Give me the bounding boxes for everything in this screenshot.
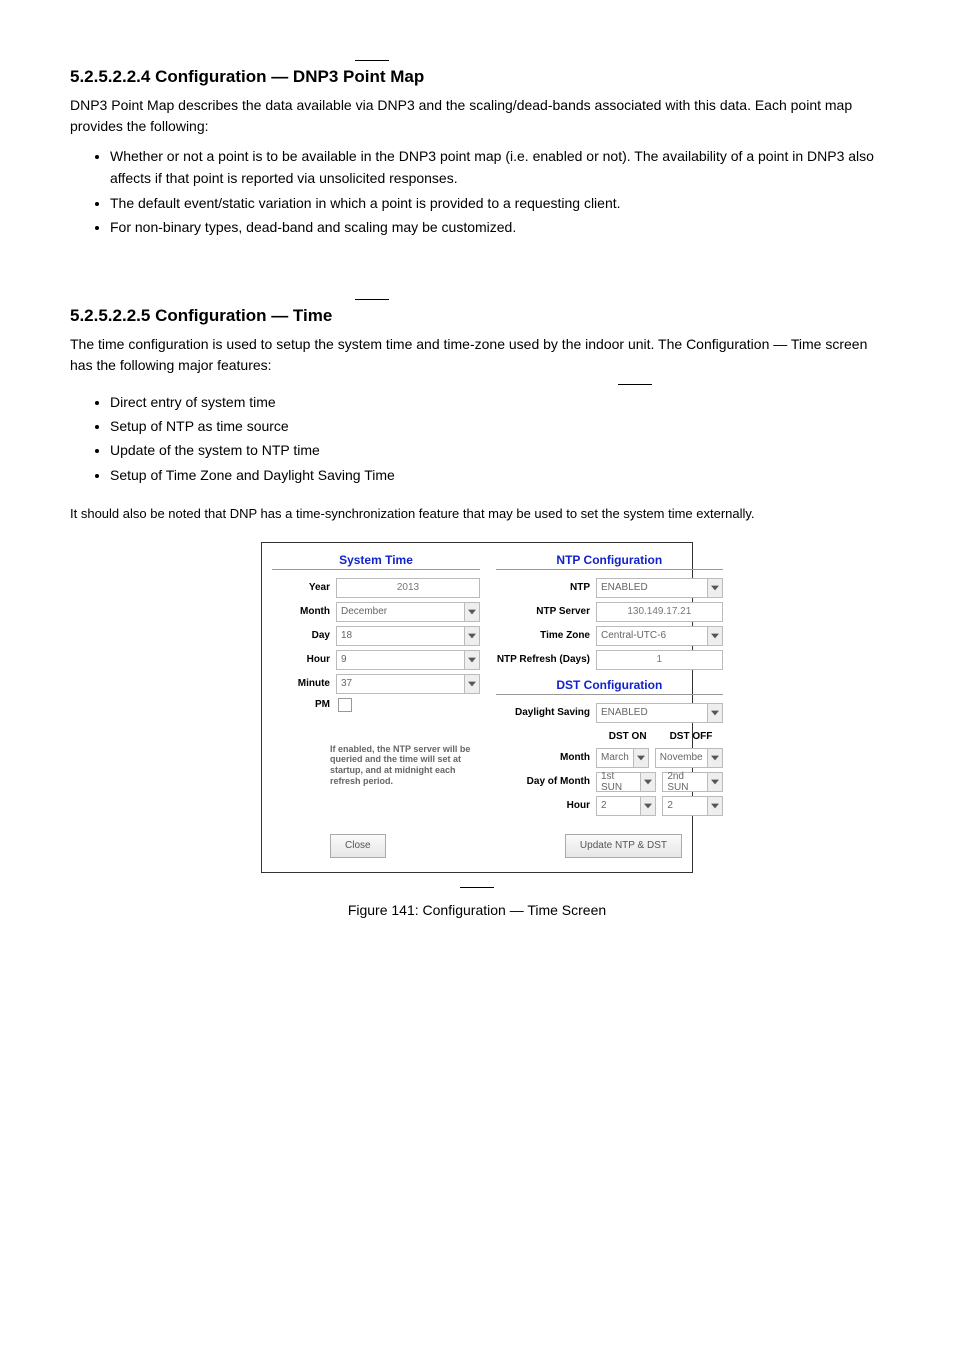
chevron-down-icon xyxy=(707,627,722,645)
year-label: Year xyxy=(272,582,336,593)
close-button[interactable]: Close xyxy=(330,834,386,858)
dst-config-heading: DST Configuration xyxy=(496,678,723,695)
chevron-down-icon xyxy=(707,749,722,767)
dst-hour-label: Hour xyxy=(496,800,596,811)
ntp-config-heading: NTP Configuration xyxy=(496,553,723,570)
dst-off-month-select[interactable]: Novembe xyxy=(655,748,723,768)
ntp-server-label: NTP Server xyxy=(496,606,596,617)
list-item: For non-binary types, dead-band and scal… xyxy=(110,216,884,238)
dst-dom-label: Day of Month xyxy=(496,776,596,787)
ntp-select[interactable]: ENABLED xyxy=(596,578,723,598)
dst-month-label: Month xyxy=(496,752,596,763)
section-a-title: 5.2.5.2.2.4 Configuration — DNP3 Point M… xyxy=(70,67,884,87)
month-label: Month xyxy=(272,606,336,617)
year-input[interactable]: 2013 xyxy=(336,578,480,598)
section-b-para2: It should also be noted that DNP has a t… xyxy=(70,504,884,524)
system-time-heading: System Time xyxy=(272,553,480,570)
chevron-down-icon xyxy=(707,579,722,597)
list-item: Setup of Time Zone and Daylight Saving T… xyxy=(110,464,884,486)
timezone-select[interactable]: Central-UTC-6 xyxy=(596,626,723,646)
dst-on-dom-select[interactable]: 1st SUN xyxy=(596,772,656,792)
dst-on-month-select[interactable]: March xyxy=(596,748,649,768)
timezone-label: Time Zone xyxy=(496,630,596,641)
chevron-down-icon xyxy=(707,797,722,815)
chevron-down-icon xyxy=(640,797,655,815)
dst-off-head: DST OFF xyxy=(659,731,722,742)
chevron-down-icon xyxy=(707,704,722,722)
day-label: Day xyxy=(272,630,336,641)
minute-select[interactable]: 37 xyxy=(336,674,480,694)
ntp-note: If enabled, the NTP server will be queri… xyxy=(330,744,480,787)
chevron-down-icon xyxy=(464,675,479,693)
chevron-down-icon xyxy=(633,749,648,767)
section-a-para: DNP3 Point Map describes the data availa… xyxy=(70,95,884,137)
dst-off-dom-select[interactable]: 2nd SUN xyxy=(662,772,722,792)
hour-label: Hour xyxy=(272,654,336,665)
section-b-title: 5.2.5.2.2.5 Configuration — Time xyxy=(70,306,884,326)
dst-off-hour-select[interactable]: 2 xyxy=(662,796,722,816)
minute-label: Minute xyxy=(272,678,336,689)
chevron-down-icon xyxy=(707,773,722,791)
chevron-down-icon xyxy=(464,603,479,621)
pm-label: PM xyxy=(272,699,336,710)
figure-caption: Figure 141: Configuration — Time Screen xyxy=(70,902,884,918)
pm-checkbox[interactable] xyxy=(338,698,352,712)
dst-select[interactable]: ENABLED xyxy=(596,703,723,723)
dst-on-hour-select[interactable]: 2 xyxy=(596,796,656,816)
section-b-para: The time configuration is used to setup … xyxy=(70,334,884,376)
list-item: Direct entry of system time xyxy=(110,391,884,413)
time-config-dialog: System Time Year 2013 Month December Day… xyxy=(261,542,693,873)
dst-label: Daylight Saving xyxy=(496,707,596,718)
month-select[interactable]: December xyxy=(336,602,480,622)
list-item: Whether or not a point is to be availabl… xyxy=(110,145,884,190)
chevron-down-icon xyxy=(464,651,479,669)
ntp-refresh-label: NTP Refresh (Days) xyxy=(496,654,596,665)
ntp-refresh-input[interactable]: 1 xyxy=(596,650,723,670)
list-item: Update of the system to NTP time xyxy=(110,439,884,461)
chevron-down-icon xyxy=(640,773,655,791)
ntp-label: NTP xyxy=(496,582,596,593)
day-select[interactable]: 18 xyxy=(336,626,480,646)
ntp-server-input[interactable]: 130.149.17.21 xyxy=(596,602,723,622)
section-a-bullets: Whether or not a point is to be availabl… xyxy=(70,145,884,239)
section-b-bullets: Direct entry of system time Setup of NTP… xyxy=(70,391,884,487)
list-item: The default event/static variation in wh… xyxy=(110,192,884,214)
chevron-down-icon xyxy=(464,627,479,645)
update-ntp-dst-button[interactable]: Update NTP & DST xyxy=(565,834,682,858)
hour-select[interactable]: 9 xyxy=(336,650,480,670)
list-item: Setup of NTP as time source xyxy=(110,415,884,437)
dst-on-head: DST ON xyxy=(596,731,659,742)
